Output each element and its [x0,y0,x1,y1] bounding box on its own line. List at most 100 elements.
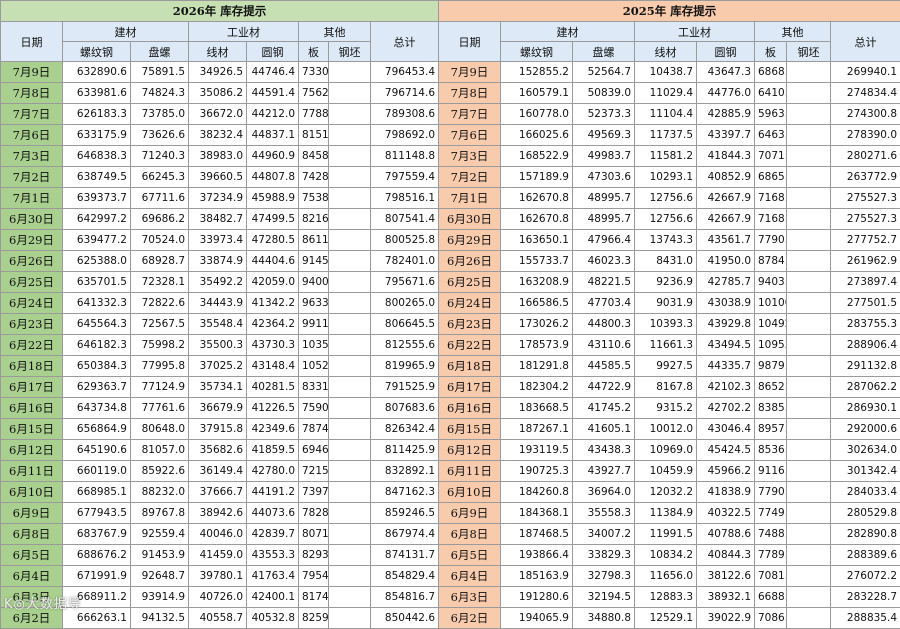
value-cell [329,377,371,398]
value-cell: 41859.5 [247,440,299,461]
value-cell: 635701.5 [63,272,131,293]
value-cell [329,104,371,125]
table-row: 6月9日184368.135558.311384.940322.57749.42… [439,503,900,524]
value-cell: 641332.3 [63,293,131,314]
value-cell: 40788.6 [697,524,755,545]
value-cell: 9116.8 [755,461,787,482]
value-cell: 7330.2 [299,62,329,83]
value-cell [329,167,371,188]
value-cell: 47303.6 [573,167,635,188]
value-cell: 194065.9 [501,608,573,629]
value-cell: 34007.2 [573,524,635,545]
value-cell: 9400.8 [299,272,329,293]
value-cell [787,230,831,251]
date-cell: 6月17日 [1,377,63,398]
value-cell: 157189.9 [501,167,573,188]
value-cell: 85922.6 [131,461,189,482]
value-cell: 6410.5 [755,83,787,104]
value-cell: 807541.4 [371,209,439,230]
value-cell: 47966.4 [573,230,635,251]
value-cell: 9879.3 [755,356,787,377]
table-row: 6月2日194065.934880.812529.139022.97086.62… [439,608,900,629]
value-cell: 43730.3 [247,335,299,356]
value-cell: 71240.3 [131,146,189,167]
value-cell [329,62,371,83]
value-cell: 9633.9 [299,293,329,314]
value-cell [329,188,371,209]
table-row: 7月6日166025.649569.311737.543397.76463.82… [439,125,900,146]
date-cell: 7月8日 [439,83,501,104]
section-title-2025: 2025年 库存提示 [439,1,900,22]
value-cell: 645564.3 [63,314,131,335]
value-cell: 7562.8 [299,83,329,104]
date-cell: 6月29日 [439,230,501,251]
value-cell: 34443.9 [189,293,247,314]
value-cell [787,104,831,125]
value-cell: 43927.7 [573,461,635,482]
table-row: 6月18日650384.377995.837025.243148.410525.… [1,356,439,377]
value-cell [787,83,831,104]
header-total: 总计 [831,22,900,62]
value-cell: 47499.5 [247,209,299,230]
value-cell [787,251,831,272]
value-cell: 80648.0 [131,419,189,440]
table-row: 7月9日152855.252564.710438.743647.36868.32… [439,62,900,83]
value-cell: 41605.1 [573,419,635,440]
value-cell: 37666.7 [189,482,247,503]
value-cell: 44073.6 [247,503,299,524]
value-cell: 44837.1 [247,125,299,146]
value-cell: 288835.4 [831,608,900,629]
value-cell: 277752.7 [831,230,900,251]
table-row: 7月7日626183.373785.036672.044212.07788.17… [1,104,439,125]
table-row: 6月18日181291.844585.59927.544335.79879.32… [439,356,900,377]
subheader-luowengang: 螺纹钢 [501,42,573,62]
value-cell: 7215.0 [299,461,329,482]
value-cell: 7081.4 [755,566,787,587]
value-cell: 850442.6 [371,608,439,629]
value-cell: 43647.3 [697,62,755,83]
value-cell: 6868.3 [755,62,787,83]
value-cell: 42059.0 [247,272,299,293]
value-cell: 8293.1 [299,545,329,566]
table-row: 7月1日639373.767711.637234.945988.97538.87… [1,188,439,209]
value-cell: 41226.5 [247,398,299,419]
date-cell: 7月3日 [439,146,501,167]
subheader-panluo: 盘螺 [131,42,189,62]
value-cell: 677943.5 [63,503,131,524]
value-cell: 646182.3 [63,335,131,356]
value-cell: 46023.3 [573,251,635,272]
date-cell: 6月12日 [439,440,501,461]
table-2026: 2026年 库存提示 日期 建材 工业材 其他 总计 螺纹钢 盘螺 线材 圆钢 … [0,0,439,629]
value-cell: 49569.3 [573,125,635,146]
value-cell: 797559.4 [371,167,439,188]
value-cell [787,566,831,587]
value-cell: 43561.7 [697,230,755,251]
value-cell: 43494.5 [697,335,755,356]
date-cell: 6月22日 [439,335,501,356]
value-cell [329,251,371,272]
value-cell: 11384.9 [635,503,697,524]
value-cell: 643734.8 [63,398,131,419]
value-cell: 275527.3 [831,188,900,209]
value-cell [787,503,831,524]
subheader-panluo: 盘螺 [573,42,635,62]
value-cell: 43038.9 [697,293,755,314]
value-cell: 626183.3 [63,104,131,125]
table-row: 6月29日163650.147966.413743.343561.77790.3… [439,230,900,251]
value-cell: 7790.3 [755,230,787,251]
value-cell: 42785.7 [697,272,755,293]
value-cell [787,440,831,461]
value-cell: 7428.0 [299,167,329,188]
table-row: 6月11日660119.085922.636149.442780.07215.0… [1,461,439,482]
value-cell: 43397.7 [697,125,755,146]
value-cell: 10293.1 [635,167,697,188]
value-cell: 683767.9 [63,524,131,545]
date-cell: 6月9日 [1,503,63,524]
value-cell: 190725.3 [501,461,573,482]
value-cell [787,356,831,377]
table-row: 6月11日190725.343927.710459.945966.29116.8… [439,461,900,482]
date-cell: 7月9日 [1,62,63,83]
value-cell: 280271.6 [831,146,900,167]
value-cell: 52373.3 [573,104,635,125]
date-cell: 6月5日 [439,545,501,566]
